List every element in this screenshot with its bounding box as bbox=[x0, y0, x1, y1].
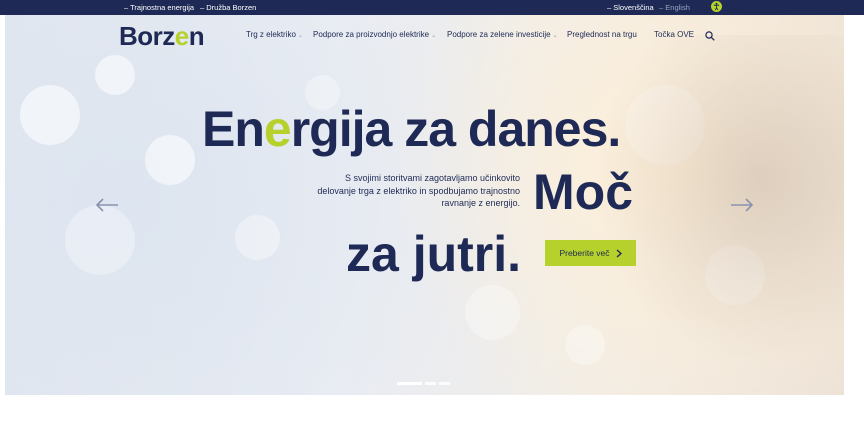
carousel-dot-2[interactable] bbox=[425, 382, 436, 385]
chevron-down-icon: ⌄ bbox=[297, 33, 303, 39]
carousel-prev-arrow[interactable] bbox=[95, 198, 119, 212]
hero-headline-1: Energija za danes. bbox=[202, 101, 621, 157]
chevron-right-icon bbox=[616, 248, 622, 258]
borzen-logo[interactable]: Borzen bbox=[119, 21, 205, 52]
hero-headline-2: Moč bbox=[533, 164, 633, 220]
carousel-dot-3[interactable] bbox=[439, 382, 450, 385]
nav-item-preglednost[interactable]: Preglednost na trgu bbox=[567, 30, 637, 39]
topbar-link-trajnostna-energija[interactable]: – Trajnostna energija bbox=[124, 3, 194, 12]
topbar-link-druzba-borzen[interactable]: – Družba Borzen bbox=[200, 3, 256, 12]
chevron-down-icon: ⌄ bbox=[552, 33, 558, 39]
nav-item-tocka-ove[interactable]: Točka OVE bbox=[654, 30, 694, 39]
nav-item-podpore-zelene[interactable]: Podpore za zelene investicije ⌄ bbox=[447, 30, 558, 39]
carousel-next-arrow[interactable] bbox=[730, 198, 754, 212]
carousel-dot-1[interactable] bbox=[397, 382, 422, 385]
language-slovenscina[interactable]: – Slovenščina bbox=[607, 3, 654, 12]
chevron-down-icon: ⌄ bbox=[431, 33, 437, 39]
accessibility-icon[interactable] bbox=[711, 1, 722, 12]
nav-item-trg-z-elektriko[interactable]: Trg z elektriko ⌄ bbox=[246, 30, 303, 39]
top-bar: – Trajnostna energija – Družba Borzen – … bbox=[0, 0, 864, 15]
hero-description: S svojimi storitvami zagotavljamo učinko… bbox=[317, 173, 520, 208]
search-icon[interactable] bbox=[705, 28, 715, 41]
hero-headline-3: za jutri. bbox=[346, 226, 522, 282]
language-english[interactable]: – English bbox=[659, 3, 690, 12]
read-more-button[interactable]: Preberite več bbox=[545, 240, 636, 266]
nav-item-podpore-proizvodnja[interactable]: Podpore za proizvodnjo elektrike ⌄ bbox=[313, 30, 436, 39]
read-more-label: Preberite več bbox=[559, 248, 610, 258]
